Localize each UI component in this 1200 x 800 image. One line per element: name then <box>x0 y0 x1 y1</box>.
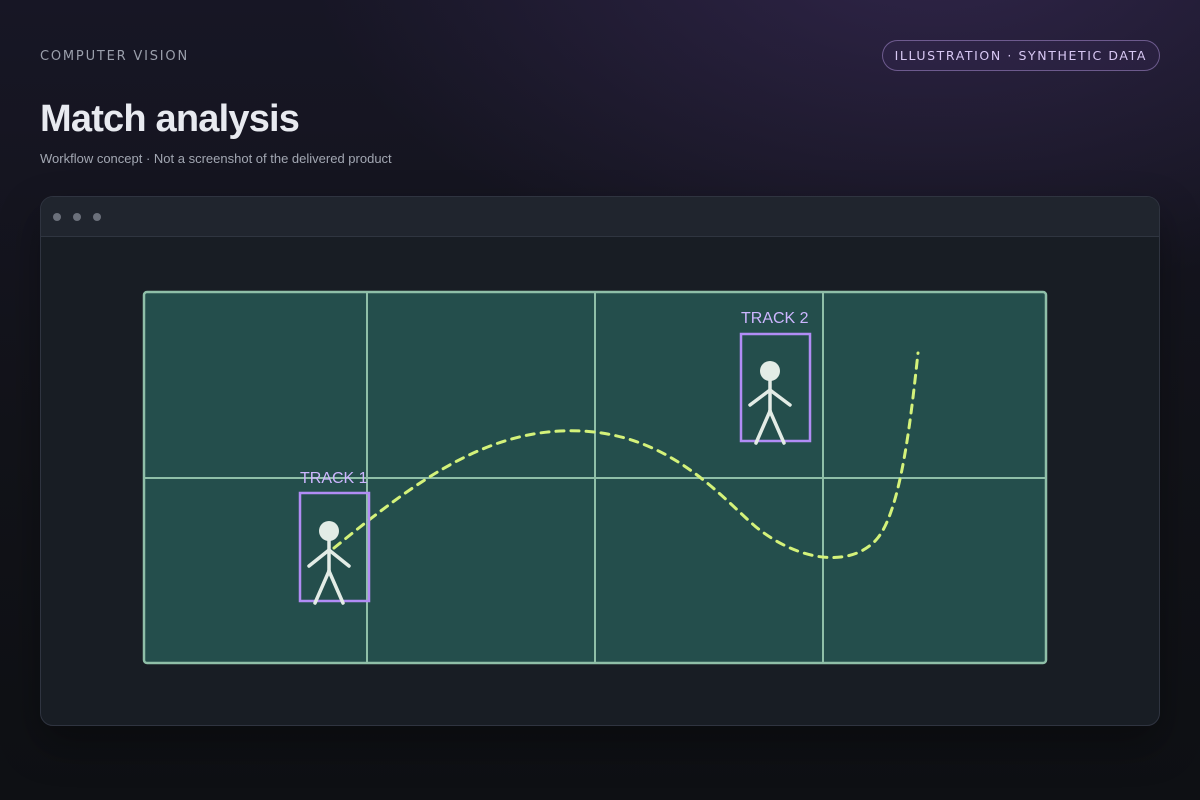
pitch-diagram: TRACK 1 TRACK 2 <box>142 290 1048 665</box>
track-1-label: TRACK 1 <box>300 470 368 487</box>
window-title-bar <box>41 197 1159 237</box>
section-eyebrow: COMPUTER VISION <box>40 49 189 64</box>
app-window: TRACK 1 TRACK 2 <box>40 196 1160 726</box>
track-2-label: TRACK 2 <box>741 310 809 327</box>
window-control-dot[interactable] <box>73 212 81 221</box>
illustration-badge: ILLUSTRATION · SYNTHETIC DATA <box>881 40 1160 71</box>
window-control-dot[interactable] <box>93 212 101 221</box>
video-canvas: TRACK 1 TRACK 2 <box>41 237 1159 725</box>
page-subtitle: Workflow concept · Not a screenshot of t… <box>40 151 392 166</box>
page-title: Match analysis <box>40 98 300 140</box>
window-control-dot[interactable] <box>53 212 61 221</box>
